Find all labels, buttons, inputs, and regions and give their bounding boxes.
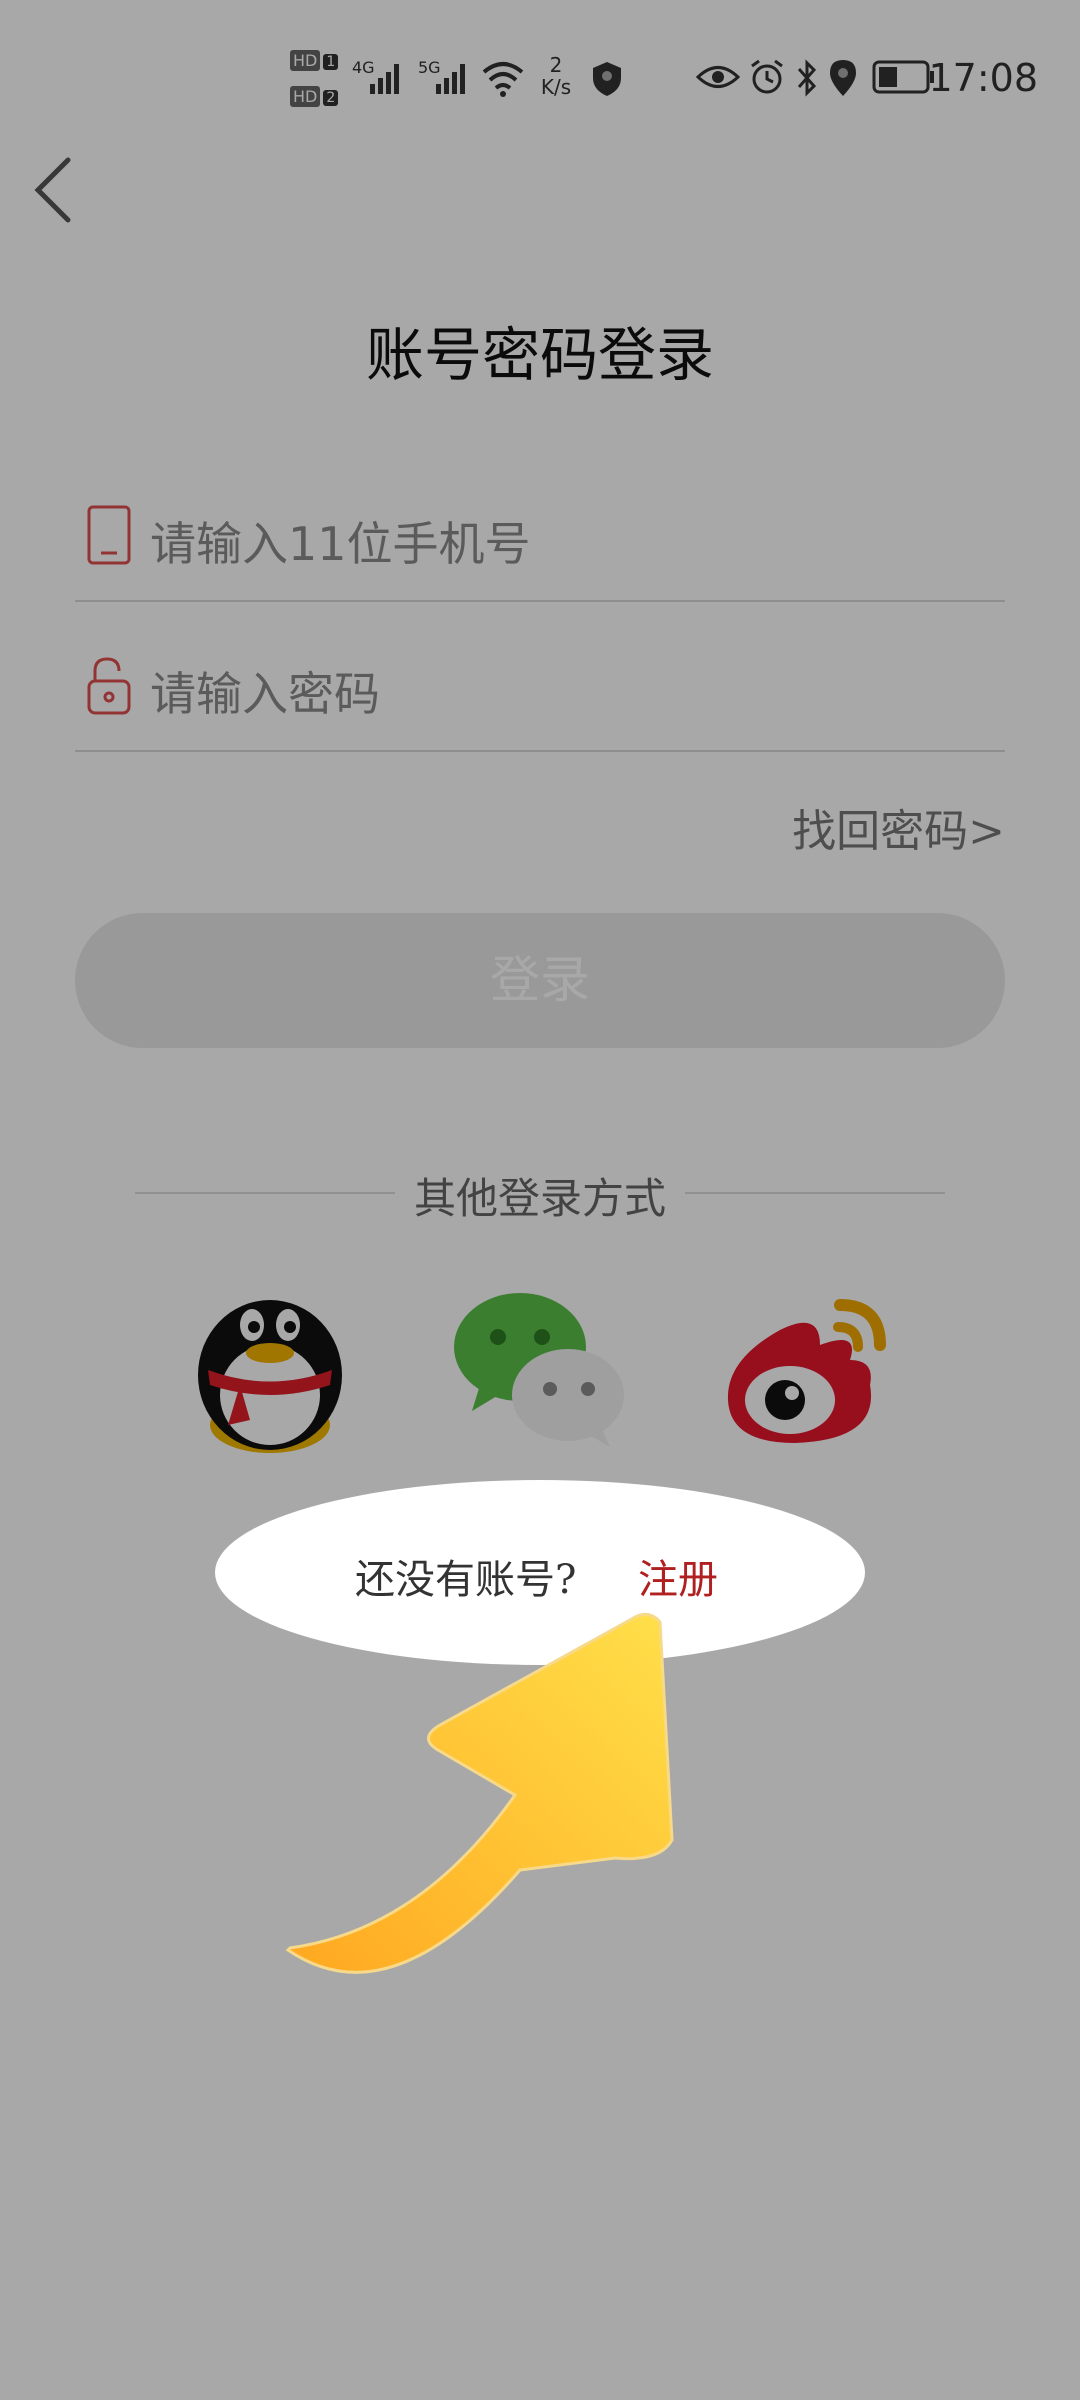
register-link[interactable]: 注册 <box>638 1547 718 1605</box>
pointer-arrow-icon <box>285 1613 674 1974</box>
no-account-text: 还没有账号? <box>355 1557 577 1603</box>
tutorial-overlay <box>0 0 1080 2400</box>
login-screen: HD 1 HD 2 4G 5G 2 K/s 17:08 账号密码登录 请输入11… <box>0 0 1080 2400</box>
